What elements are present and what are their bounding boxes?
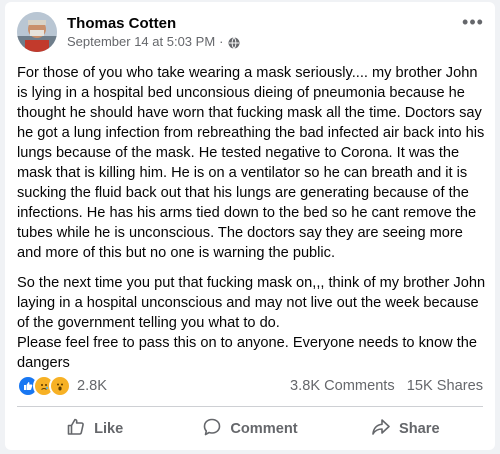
post-timestamp-row: September 14 at 5:03 PM · xyxy=(67,33,240,51)
post-paragraph: So the next time you put that fucking ma… xyxy=(17,275,486,371)
more-options-icon[interactable]: ••• xyxy=(461,13,485,36)
shares-count[interactable]: 15K Shares xyxy=(407,378,483,394)
comment-button[interactable]: Comment xyxy=(172,410,327,448)
wow-reaction-icon xyxy=(49,375,71,397)
reactions-summary[interactable]: 2.8K xyxy=(17,375,107,397)
like-label: Like xyxy=(94,421,124,437)
comment-icon xyxy=(202,417,222,441)
globe-icon[interactable] xyxy=(228,36,240,49)
separator: · xyxy=(219,34,224,49)
author-name[interactable]: Thomas Cotten xyxy=(67,14,240,33)
engagement-counts: 3.8K Comments 15K Shares xyxy=(282,378,483,394)
thumbs-up-icon xyxy=(66,417,86,441)
post-meta: Thomas Cotten September 14 at 5:03 PM · xyxy=(67,14,240,51)
post-actions: Like Comment Share xyxy=(17,410,483,448)
share-icon xyxy=(371,417,391,441)
post-body: For those of you who take wearing a mask… xyxy=(17,63,487,383)
share-label: Share xyxy=(399,421,440,437)
post-header: Thomas Cotten September 14 at 5:03 PM · xyxy=(17,12,240,52)
post-card: Thomas Cotten September 14 at 5:03 PM · … xyxy=(5,2,495,450)
post-paragraph: For those of you who take wearing a mask… xyxy=(17,65,485,261)
comments-count[interactable]: 3.8K Comments xyxy=(290,378,395,394)
comment-label: Comment xyxy=(230,421,298,437)
post-stats: 2.8K 3.8K Comments 15K Shares xyxy=(17,375,483,397)
post-timestamp[interactable]: September 14 at 5:03 PM xyxy=(67,33,215,51)
share-button[interactable]: Share xyxy=(328,410,483,448)
reaction-count[interactable]: 2.8K xyxy=(77,378,107,394)
avatar[interactable] xyxy=(17,12,57,52)
divider xyxy=(17,406,483,407)
like-button[interactable]: Like xyxy=(17,410,172,448)
